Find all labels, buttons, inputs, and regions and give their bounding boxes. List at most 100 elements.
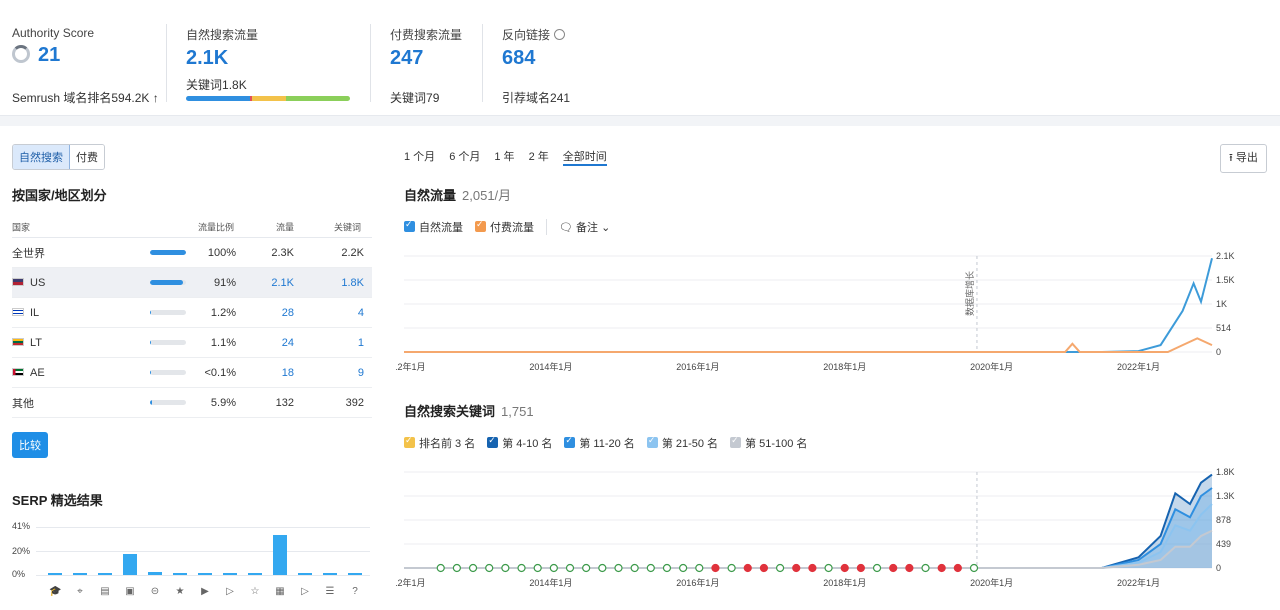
- range-6m[interactable]: 6 个月: [449, 148, 480, 166]
- google-update-marker[interactable]: [565, 563, 575, 573]
- compare-button[interactable]: 比较: [12, 432, 48, 458]
- google-update-marker[interactable]: [646, 563, 655, 573]
- legend-paid[interactable]: 付费流量: [475, 219, 534, 235]
- google-update-marker[interactable]: [614, 563, 623, 573]
- notes-dropdown[interactable]: 🗨 备注 ⌄: [559, 219, 610, 235]
- google-update-marker[interactable]: [533, 563, 542, 573]
- graduation-icon[interactable]: 🎓: [49, 586, 61, 598]
- image-icon[interactable]: ▣: [124, 586, 136, 598]
- google-update-marker[interactable]: [436, 563, 445, 573]
- google-update-marker[interactable]: [582, 563, 591, 573]
- range-2y[interactable]: 2 年: [529, 148, 549, 166]
- table-row[interactable]: 其他 5.9% 132 392: [12, 388, 372, 418]
- globe-icon[interactable]: [554, 29, 566, 40]
- range-1m[interactable]: 1 个月: [404, 148, 435, 166]
- google-update-marker[interactable]: [727, 563, 736, 573]
- legend-position-1[interactable]: 第 4-10 名: [487, 435, 552, 451]
- google-update-marker[interactable]: [695, 563, 704, 573]
- traffic-value[interactable]: 28: [282, 307, 294, 319]
- google-update-marker[interactable]: [872, 563, 882, 573]
- google-update-marker[interactable]: [468, 563, 478, 573]
- serp-bar[interactable]: [123, 553, 137, 575]
- keywords-value[interactable]: 1: [358, 337, 364, 349]
- faq-icon[interactable]: ?: [349, 586, 361, 598]
- google-update-marker[interactable]: [840, 563, 849, 573]
- serp-bar[interactable]: [323, 573, 337, 575]
- table-row[interactable]: LT 1.1% 24 1: [12, 328, 372, 358]
- traffic-value[interactable]: 18: [282, 367, 294, 379]
- legend-position-3[interactable]: 第 21-50 名: [646, 435, 718, 451]
- organic-traffic-metric[interactable]: 自然搜索流量 2.1K: [186, 26, 258, 70]
- organic-toggle-button[interactable]: 自然搜索: [13, 145, 70, 169]
- serp-bar[interactable]: [48, 573, 62, 575]
- quote-icon[interactable]: ☰: [324, 586, 336, 598]
- organic-keywords-value[interactable]: 1.8K: [222, 78, 247, 92]
- backlinks-metric[interactable]: 反向链接 684: [502, 26, 566, 70]
- google-update-marker[interactable]: [549, 563, 558, 573]
- export-button[interactable]: ⭱ 导出: [1220, 144, 1267, 173]
- paid-traffic-metric[interactable]: 付费搜索流量 247: [390, 26, 462, 70]
- referring-domains-value[interactable]: 241: [550, 91, 570, 105]
- google-update-marker[interactable]: [501, 563, 510, 573]
- serp-bar[interactable]: [248, 573, 262, 575]
- video-icon[interactable]: ▷: [224, 586, 236, 598]
- google-update-marker[interactable]: [775, 563, 785, 573]
- traffic-value[interactable]: 2.1K: [271, 277, 294, 289]
- google-update-marker[interactable]: [711, 563, 720, 573]
- google-update-marker[interactable]: [598, 563, 607, 573]
- legend-position-0[interactable]: 排名前 3 名: [404, 435, 475, 451]
- serp-bar[interactable]: [223, 573, 237, 575]
- keywords-value[interactable]: 4: [358, 307, 364, 319]
- serp-bar[interactable]: [173, 573, 187, 575]
- paid-toggle-button[interactable]: 付费: [70, 145, 104, 169]
- google-update-marker[interactable]: [452, 563, 461, 573]
- google-update-marker[interactable]: [792, 563, 801, 573]
- carousel-icon[interactable]: ▷: [299, 586, 311, 598]
- serp-bar[interactable]: [148, 571, 162, 575]
- google-update-marker[interactable]: [679, 563, 688, 573]
- play-icon[interactable]: ▶: [199, 586, 211, 598]
- serp-bar[interactable]: [273, 535, 287, 575]
- google-update-marker[interactable]: [824, 563, 833, 573]
- google-update-marker[interactable]: [969, 563, 979, 573]
- paid-keywords-value[interactable]: 79: [426, 91, 439, 105]
- organic-keywords-chart[interactable]: 1.8K 1.3K 878 439 0 2012年1月 2014年1月 2016年1月 2018…: [396, 464, 1256, 598]
- google-update-marker[interactable]: [759, 563, 769, 573]
- table-row[interactable]: AE <0.1% 18 9: [12, 358, 372, 388]
- serp-bar[interactable]: [198, 573, 212, 575]
- serp-bar[interactable]: [348, 573, 362, 575]
- google-update-marker[interactable]: [630, 563, 639, 573]
- range-1y[interactable]: 1 年: [494, 148, 514, 166]
- legend-position-2[interactable]: 第 11-20 名: [564, 435, 635, 451]
- google-update-marker[interactable]: [743, 563, 752, 573]
- link-icon[interactable]: ⊝: [149, 586, 161, 598]
- range-all[interactable]: 全部时间: [562, 148, 607, 166]
- google-update-marker[interactable]: [808, 563, 817, 573]
- google-update-marker[interactable]: [517, 563, 526, 573]
- keywords-value[interactable]: 9: [358, 367, 364, 379]
- serp-bar[interactable]: [73, 573, 87, 575]
- keywords-value[interactable]: 1.8K: [341, 277, 364, 289]
- serp-bar[interactable]: [298, 573, 312, 575]
- semrush-rank-value[interactable]: 594.2K ↑: [111, 91, 158, 105]
- gallery-icon[interactable]: ▦: [274, 586, 286, 598]
- google-update-marker[interactable]: [856, 563, 865, 573]
- doc-icon[interactable]: ▤: [99, 586, 111, 598]
- table-row[interactable]: IL 1.2% 28 4: [12, 298, 372, 328]
- google-update-marker[interactable]: [921, 563, 930, 573]
- google-update-marker[interactable]: [889, 563, 898, 573]
- google-update-marker[interactable]: [905, 563, 914, 573]
- rating-icon[interactable]: ☆: [249, 586, 261, 598]
- organic-traffic-chart[interactable]: 2.1K 1.5K 1K 514 0 2012年1月 2014年1月 2016年1月 2018年…: [396, 248, 1256, 384]
- pin-icon[interactable]: ⌖: [74, 586, 86, 598]
- table-row[interactable]: 全世界 100% 2.3K 2.2K: [12, 238, 372, 268]
- google-update-marker[interactable]: [662, 563, 672, 573]
- serp-bar[interactable]: [98, 573, 112, 575]
- authority-score-metric[interactable]: Authority Score 21: [12, 26, 94, 67]
- table-row[interactable]: US 91% 2.1K 1.8K: [12, 268, 372, 298]
- google-update-marker[interactable]: [953, 563, 962, 573]
- star-icon[interactable]: ★: [174, 586, 186, 598]
- google-update-marker[interactable]: [485, 563, 494, 573]
- google-update-marker[interactable]: [937, 563, 946, 573]
- legend-position-4[interactable]: 第 51-100 名: [730, 435, 807, 451]
